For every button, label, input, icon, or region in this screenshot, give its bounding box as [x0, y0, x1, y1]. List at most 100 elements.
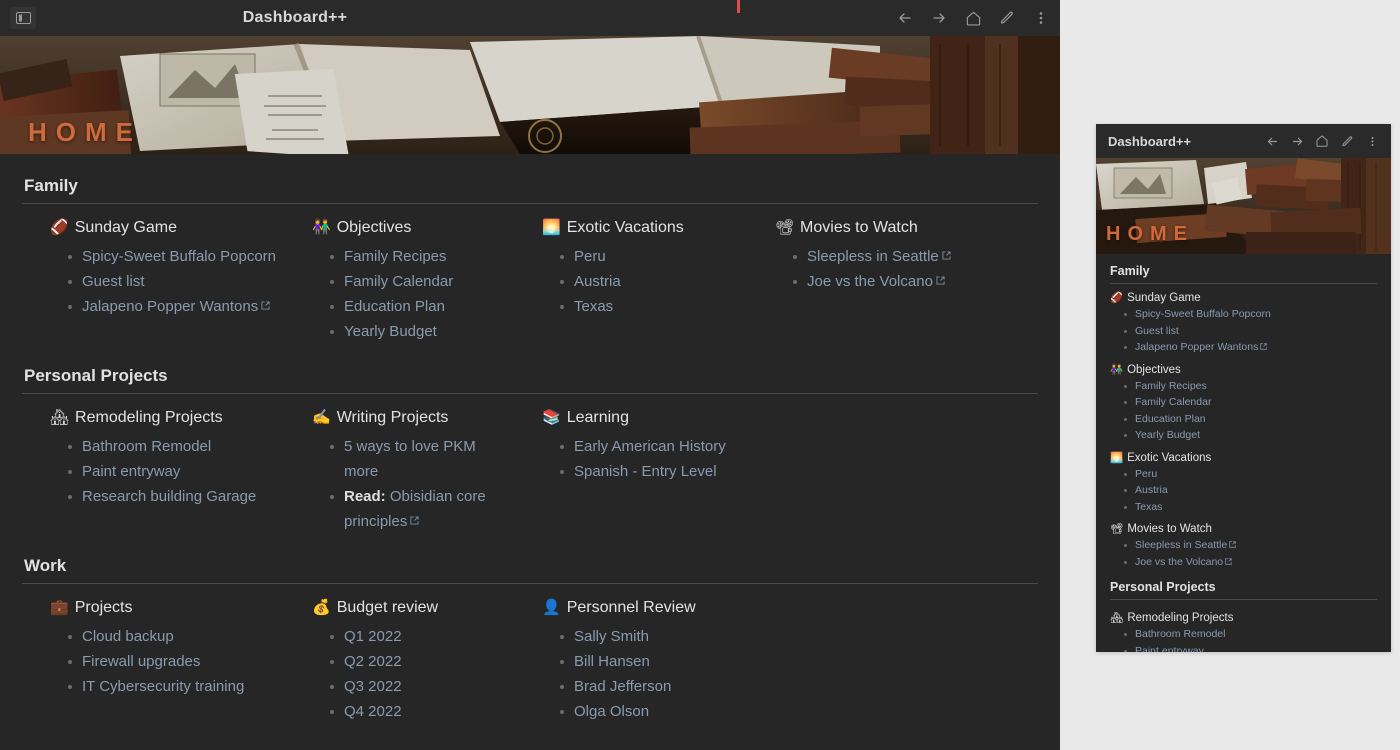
- card-item-list: Bathroom Remodel Paint entryway Research…: [50, 434, 284, 509]
- edit-pencil-icon[interactable]: [998, 9, 1016, 27]
- list-item-label: Yearly Budget: [1135, 429, 1200, 441]
- forward-icon[interactable]: [1290, 134, 1304, 148]
- list-item[interactable]: Bill Hansen: [560, 649, 696, 674]
- banner-image: [0, 36, 1060, 154]
- list-item-label: Q4 2022: [344, 703, 402, 720]
- film-projector-icon: 📽: [1110, 523, 1124, 535]
- list-item[interactable]: Firewall upgrades: [68, 649, 284, 674]
- list-item[interactable]: Yearly Budget: [1124, 427, 1377, 444]
- list-item[interactable]: Q4 2022: [330, 699, 514, 724]
- back-icon[interactable]: [1265, 134, 1279, 148]
- list-item[interactable]: Paint entryway: [68, 459, 284, 484]
- card-item-list: Peru Austria Texas: [542, 244, 747, 319]
- list-item-label: Cloud backup: [82, 628, 174, 645]
- list-item[interactable]: Guest list: [68, 269, 284, 294]
- list-item[interactable]: Bathroom Remodel: [1124, 626, 1377, 643]
- football-icon: 🏈: [1110, 292, 1124, 304]
- list-item[interactable]: Spicy-Sweet Buffalo Popcorn: [68, 244, 284, 269]
- list-item[interactable]: Joe vs the Volcano: [793, 269, 951, 294]
- list-item[interactable]: Jalapeno Popper Wantons: [1124, 339, 1377, 356]
- list-item[interactable]: Education Plan: [1124, 411, 1377, 428]
- list-item[interactable]: Early American History: [560, 434, 726, 459]
- list-item[interactable]: Sleepless in Seattle: [1124, 537, 1377, 554]
- minimap-card-heading: 🏈 Sunday Game: [1110, 284, 1377, 306]
- list-item[interactable]: Q3 2022: [330, 674, 514, 699]
- section-heading: Work: [24, 556, 67, 575]
- list-item[interactable]: Austria: [560, 269, 747, 294]
- minimap-nav-icons: [1265, 134, 1379, 148]
- card-heading: 🏈 Sunday Game: [50, 218, 284, 238]
- list-item-label: Joe vs the Volcano: [807, 273, 933, 290]
- football-icon: 🏈: [50, 219, 69, 236]
- minimap-card-title-text: Movies to Watch: [1127, 523, 1212, 535]
- list-item-label: Spanish - Entry Level: [574, 463, 717, 480]
- more-options-icon[interactable]: [1032, 9, 1050, 27]
- list-item[interactable]: Brad Jefferson: [560, 674, 696, 699]
- forward-icon[interactable]: [930, 9, 948, 27]
- list-item[interactable]: Peru: [560, 244, 747, 269]
- list-item-label: Family Calendar: [344, 273, 454, 290]
- list-item[interactable]: IT Cybersecurity training: [68, 674, 284, 699]
- list-item[interactable]: Spicy-Sweet Buffalo Popcorn: [1124, 306, 1377, 323]
- list-item[interactable]: Family Recipes: [330, 244, 514, 269]
- list-item[interactable]: Austria: [1124, 482, 1377, 499]
- card-title-text: Remodeling Projects: [75, 409, 223, 426]
- list-item[interactable]: Jalapeno Popper Wantons: [68, 294, 284, 319]
- list-item[interactable]: Texas: [1124, 499, 1377, 516]
- list-item-label: Sleepless in Seattle: [807, 248, 939, 265]
- list-item[interactable]: Peru: [1124, 466, 1377, 483]
- list-item[interactable]: Bathroom Remodel: [68, 434, 284, 459]
- card-learning: 📚 Learning Early American History Spanis…: [514, 408, 726, 534]
- home-icon[interactable]: [1315, 134, 1329, 148]
- card-heading: 📽 Movies to Watch: [775, 218, 951, 238]
- list-item[interactable]: Yearly Budget: [330, 319, 514, 344]
- list-item[interactable]: Family Calendar: [330, 269, 514, 294]
- home-icon[interactable]: [964, 9, 982, 27]
- minimap-content: Family 🏈 Sunday Game Spicy-Sweet Buffalo…: [1096, 254, 1391, 652]
- list-item[interactable]: Paint entryway: [1124, 643, 1377, 652]
- list-item[interactable]: Spanish - Entry Level: [560, 459, 726, 484]
- list-item[interactable]: Q2 2022: [330, 649, 514, 674]
- list-item[interactable]: Texas: [560, 294, 747, 319]
- minimap-preview-panel[interactable]: Dashboard++ HOME Family 🏈 Sunday Game Sp…: [1096, 124, 1391, 652]
- card-exotic-vacations: 🌅 Exotic Vacations Peru Austria Texas: [514, 218, 747, 344]
- list-item-label: Olga Olson: [574, 703, 650, 720]
- sidebar-toggle-icon[interactable]: [10, 7, 36, 29]
- list-item[interactable]: Olga Olson: [560, 699, 696, 724]
- edit-pencil-icon[interactable]: [1340, 134, 1354, 148]
- minimap-card-heading: 🌅 Exotic Vacations: [1110, 444, 1377, 466]
- list-item[interactable]: Read: Obisidian core principles: [330, 484, 514, 534]
- list-item[interactable]: Q1 2022: [330, 624, 514, 649]
- minimap-card-title-text: Objectives: [1127, 363, 1181, 376]
- minimap-item-list: Peru Austria Texas: [1110, 466, 1377, 516]
- list-item[interactable]: Family Recipes: [1124, 378, 1377, 395]
- list-item-label: 5 ways to love PKM more: [344, 438, 476, 480]
- list-item[interactable]: Sleepless in Seattle: [793, 244, 951, 269]
- list-item-label: Paint entryway: [82, 463, 181, 480]
- card-heading: 🏘 Remodeling Projects: [50, 408, 284, 428]
- list-item[interactable]: Research building Garage: [68, 484, 284, 509]
- list-item-label: Jalapeno Popper Wantons: [1135, 341, 1259, 353]
- list-item[interactable]: Sally Smith: [560, 624, 696, 649]
- list-item[interactable]: Joe vs the Volcano: [1124, 554, 1377, 571]
- back-icon[interactable]: [896, 9, 914, 27]
- card-writing-projects: ✍ Writing Projects 5 ways to love PKM mo…: [284, 408, 514, 534]
- list-item[interactable]: Family Calendar: [1124, 394, 1377, 411]
- more-options-icon[interactable]: [1365, 134, 1379, 148]
- list-item[interactable]: Cloud backup: [68, 624, 284, 649]
- card-movies-to-watch: 📽 Movies to Watch Sleepless in Seattle J…: [747, 218, 951, 344]
- list-item-label: Texas: [574, 298, 614, 315]
- card-item-list: Early American History Spanish - Entry L…: [542, 434, 726, 484]
- card-heading: ✍ Writing Projects: [312, 408, 514, 428]
- writing-hand-icon: ✍: [312, 409, 331, 426]
- titlebar-nav-icons: [896, 9, 1050, 27]
- sunrise-icon: 🌅: [542, 219, 561, 236]
- screen: Dashboard++ HOME Family 🏈 Sunday Game Sp…: [0, 0, 1400, 750]
- section-heading: Personal Projects: [24, 366, 168, 385]
- card-heading: 👤 Personnel Review: [542, 598, 696, 618]
- list-item[interactable]: Education Plan: [330, 294, 514, 319]
- family-couple-icon: 👫: [312, 219, 331, 236]
- money-bag-icon: 💰: [312, 599, 331, 616]
- list-item[interactable]: Guest list: [1124, 323, 1377, 340]
- list-item[interactable]: 5 ways to love PKM more: [330, 434, 514, 484]
